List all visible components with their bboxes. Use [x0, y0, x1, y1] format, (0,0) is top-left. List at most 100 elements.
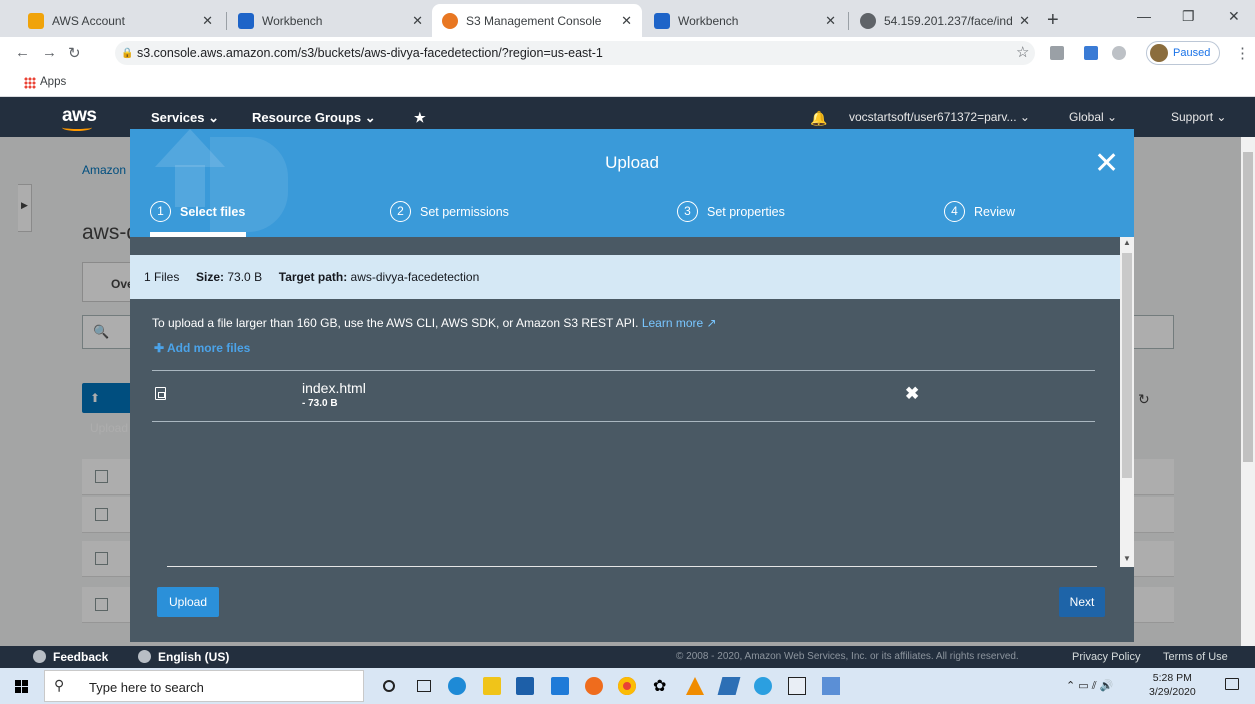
step-select-files[interactable]: 1 Select files [150, 201, 245, 222]
copyright-text: © 2008 - 2020, Amazon Web Services, Inc.… [676, 651, 1019, 662]
upload-button[interactable]: Upload [157, 587, 219, 617]
browser-tab-strip: AWS Account ✕ Workbench ✕ S3 Management … [0, 0, 1255, 37]
telegram-icon[interactable] [754, 677, 772, 695]
divider [167, 566, 1097, 567]
step-label: Select files [180, 204, 246, 219]
step-set-permissions[interactable]: 2 Set permissions [390, 201, 509, 222]
apps-grid-icon[interactable] [24, 77, 36, 89]
firefox-icon[interactable] [585, 677, 603, 695]
close-tab-icon[interactable]: ✕ [621, 13, 632, 29]
next-button[interactable]: Next [1059, 587, 1105, 617]
extension-icon[interactable] [1050, 46, 1064, 60]
feedback-link[interactable]: Feedback [33, 650, 108, 664]
maximize-icon[interactable]: ❐ [1182, 8, 1195, 25]
tab-spacer [640, 4, 660, 37]
account-menu[interactable]: vocstartsoft/user671372=parv... ⌄ [849, 110, 1030, 124]
browser-tab[interactable]: Workbench ✕ [644, 4, 846, 37]
browser-tab[interactable]: Workbench ✕ [228, 4, 433, 37]
search-icon: ⚲ [54, 677, 65, 693]
vlc-icon[interactable] [686, 677, 704, 695]
scroll-up-icon[interactable]: ▲ [1123, 238, 1131, 247]
size-value: 73.0 B [227, 270, 263, 284]
more-menu-icon[interactable]: ⋮ [1235, 44, 1250, 62]
learn-more-link[interactable]: Learn more ↗ [642, 316, 717, 330]
terms-link[interactable]: Terms of Use [1163, 651, 1228, 663]
bell-icon[interactable]: 🔔 [810, 110, 827, 127]
scrollbar-thumb[interactable] [1122, 253, 1132, 478]
step-set-properties[interactable]: 3 Set properties [677, 201, 785, 222]
region-menu[interactable]: Global ⌄ [1069, 110, 1117, 124]
workbench-favicon-icon [238, 12, 254, 29]
close-window-icon[interactable]: ✕ [1228, 8, 1240, 25]
task-view-icon[interactable] [417, 680, 431, 692]
app-icon[interactable] [717, 677, 741, 695]
language-selector[interactable]: English (US) [138, 650, 229, 664]
modal-scrollbar[interactable]: ▲ ▼ [1120, 237, 1134, 567]
pin-icon[interactable]: ★ [414, 110, 426, 126]
scrollbar-thumb[interactable] [1243, 152, 1253, 462]
system-clock[interactable]: 5:28 PM 3/29/2020 [1149, 671, 1196, 699]
tab-title: Workbench [262, 13, 323, 28]
close-tab-icon[interactable]: ✕ [202, 13, 213, 29]
lock-icon[interactable]: 🔒 [121, 48, 133, 59]
store-icon[interactable] [516, 677, 534, 695]
support-menu[interactable]: Support ⌄ [1171, 110, 1226, 124]
learn-more-label: Learn more [641, 316, 704, 330]
file-explorer-icon[interactable] [483, 677, 501, 695]
profile-status: Paused [1173, 47, 1211, 59]
tab-title: Workbench [678, 13, 739, 28]
bookmark-apps[interactable]: Apps [40, 76, 66, 88]
extension-icon[interactable] [1112, 46, 1126, 60]
plus-icon: ✚ [154, 341, 165, 355]
profile-button[interactable]: Paused [1146, 41, 1220, 65]
step-number: 2 [390, 201, 411, 222]
minimize-icon[interactable]: — [1137, 8, 1151, 24]
mail-icon[interactable] [551, 677, 569, 695]
page-scrollbar[interactable] [1241, 137, 1255, 646]
forward-icon[interactable]: → [42, 44, 57, 61]
notice-text: To upload a file larger than 160 GB, use… [152, 316, 639, 330]
resource-groups-menu[interactable]: Resource Groups ⌄ [252, 110, 376, 126]
bookmark-star-icon[interactable]: ☆ [1016, 43, 1029, 61]
browser-tab-active[interactable]: S3 Management Console ✕ [432, 4, 642, 37]
tab-title: AWS Account [52, 13, 125, 28]
aws-footer: Feedback English (US) © 2008 - 2020, Ama… [0, 646, 1255, 668]
services-menu[interactable]: Services ⌄ [151, 110, 219, 126]
settings-gear-icon[interactable]: ✿ [653, 676, 671, 695]
photos-icon[interactable] [788, 677, 806, 695]
tab-separator [226, 12, 227, 30]
step-review[interactable]: 4 Review [944, 201, 1015, 222]
network-app-icon[interactable] [822, 677, 840, 695]
notification-icon[interactable] [1225, 678, 1239, 690]
new-tab-icon[interactable]: + [1047, 9, 1059, 32]
close-icon[interactable]: ✕ [1094, 149, 1119, 179]
browser-tab[interactable]: AWS Account ✕ [18, 4, 223, 37]
browser-tab[interactable]: 54.159.201.237/face/index.php ✕ [850, 4, 1040, 37]
reload-icon[interactable]: ↻ [68, 44, 81, 62]
globe-favicon-icon [860, 12, 876, 29]
add-more-label: Add more files [166, 341, 251, 355]
cortana-icon[interactable] [383, 680, 395, 692]
add-more-files-link[interactable]: ✚ Add more files [154, 341, 250, 355]
close-tab-icon[interactable]: ✕ [412, 13, 423, 29]
back-icon[interactable]: ← [15, 44, 30, 61]
remove-file-icon[interactable]: ✖ [905, 384, 919, 404]
close-tab-icon[interactable]: ✕ [825, 13, 836, 29]
extension-icon[interactable] [1084, 46, 1098, 60]
search-placeholder: Type here to search [89, 680, 204, 695]
tab-title: S3 Management Console [466, 13, 602, 28]
aws-account-favicon-icon [28, 12, 44, 29]
divider [152, 421, 1095, 422]
step-label: Set permissions [420, 204, 509, 219]
step-number: 3 [677, 201, 698, 222]
taskbar-search[interactable]: ⚲ Type here to search [44, 670, 364, 702]
close-tab-icon[interactable]: ✕ [1019, 13, 1030, 29]
url-field[interactable]: s3.console.aws.amazon.com/s3/buckets/aws… [115, 41, 1035, 65]
scroll-down-icon[interactable]: ▼ [1123, 554, 1131, 563]
edge-icon[interactable] [448, 677, 466, 695]
chrome-icon[interactable] [618, 677, 636, 695]
region-label: Global [1069, 110, 1104, 124]
tray-icons[interactable]: ⌃ ▭ ⫽ 🔊 [1066, 679, 1113, 693]
windows-start-icon[interactable] [15, 680, 28, 693]
privacy-link[interactable]: Privacy Policy [1072, 651, 1140, 663]
